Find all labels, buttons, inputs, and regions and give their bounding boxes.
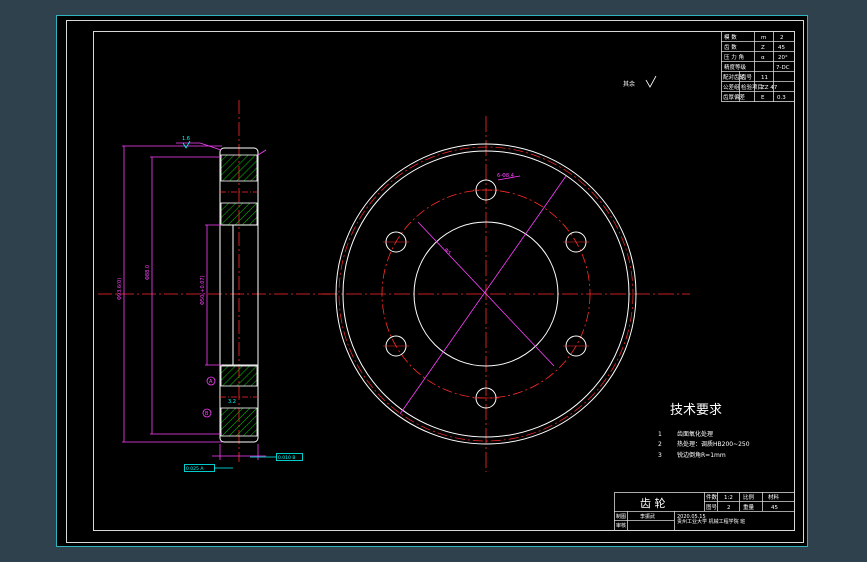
param-value2: 7-DC [776,65,790,71]
other-roughness-label: 其余 [623,80,635,88]
designer-label: 制图 [616,513,626,520]
cad-drawing: 模 数 m 2 齿 数 Z 45 压 力 角 α 20° 精度等级 7-DC 配… [56,15,808,547]
param-value2: 20° [778,55,788,61]
param-label: 精度等级 [724,63,747,71]
hatch-section-top-inner [220,202,258,226]
param-value: m [761,35,766,41]
drawing-canvas [56,15,808,547]
param-value: 检验项目 [741,83,763,91]
scale-label: 比例 [743,493,755,501]
param-value2: ZZ 47 [761,85,778,91]
param-value2: 45 [778,45,785,51]
roughness-side-text: 3.2 [228,399,236,405]
dim-bore-text: Φ50(+0.07) [200,275,206,305]
param-value2: 11 [761,75,768,81]
datum-a-label: A [209,379,213,385]
tech-item-num: 1 [658,431,662,438]
hatch-section-bottom-inner [220,365,258,387]
param-value: Z [761,45,765,51]
param-value2: 0.3 [777,95,786,101]
tech-item-num: 3 [658,452,662,459]
sheet-label: 图号 [706,503,718,511]
hole-note-text: 6-Φ8.4 [497,173,514,179]
hatch-section-top-outer [220,154,258,182]
weight-label: 重量 [743,503,755,511]
tech-item-text: 齿面氧化处理 [677,430,713,438]
drawing-no-value: 2 [727,505,731,511]
tech-item-num: 2 [658,441,662,448]
param-value: 齿号 [741,74,753,81]
param-value: α [761,55,765,61]
designer-name: 李振武 [640,513,655,520]
datum-b-label: B [205,411,209,417]
hatch-section-bottom-outer [220,407,258,437]
checker-label: 审核 [616,522,626,529]
dim-outer-text: Φ93.6(0) [117,278,123,300]
tech-item-text: 热处理：调质HB200~250 [677,440,750,448]
param-label: 齿厚偏差 [723,93,746,101]
dim-mid-text: Φ88.0 [145,265,151,280]
tech-requirements-title: 技术要求 [670,403,722,418]
param-value2: 2 [780,35,784,41]
param-label: 齿 数 [724,43,737,51]
part-name: 齿 轮 [640,496,666,510]
material-value: 45 [771,505,778,511]
tolerance-right-text: 0.010 B [278,455,295,461]
drawing-no-label: 件数 [706,493,718,501]
company-name: 贵州工业大学 机械工程学院 班 [677,518,745,525]
tech-item-text: 锐边倒角R=1mm [677,451,726,459]
scale-value: 1:2 [724,495,733,501]
material-label: 材料 [768,493,780,501]
param-value: E [761,95,765,101]
param-label: 模 数 [724,33,737,41]
param-label: 压 力 角 [724,53,744,61]
roughness-top-text: 1.6 [182,136,190,142]
tolerance-left-text: 0.025 A [186,466,204,472]
param-label: 公差组 [723,83,740,91]
